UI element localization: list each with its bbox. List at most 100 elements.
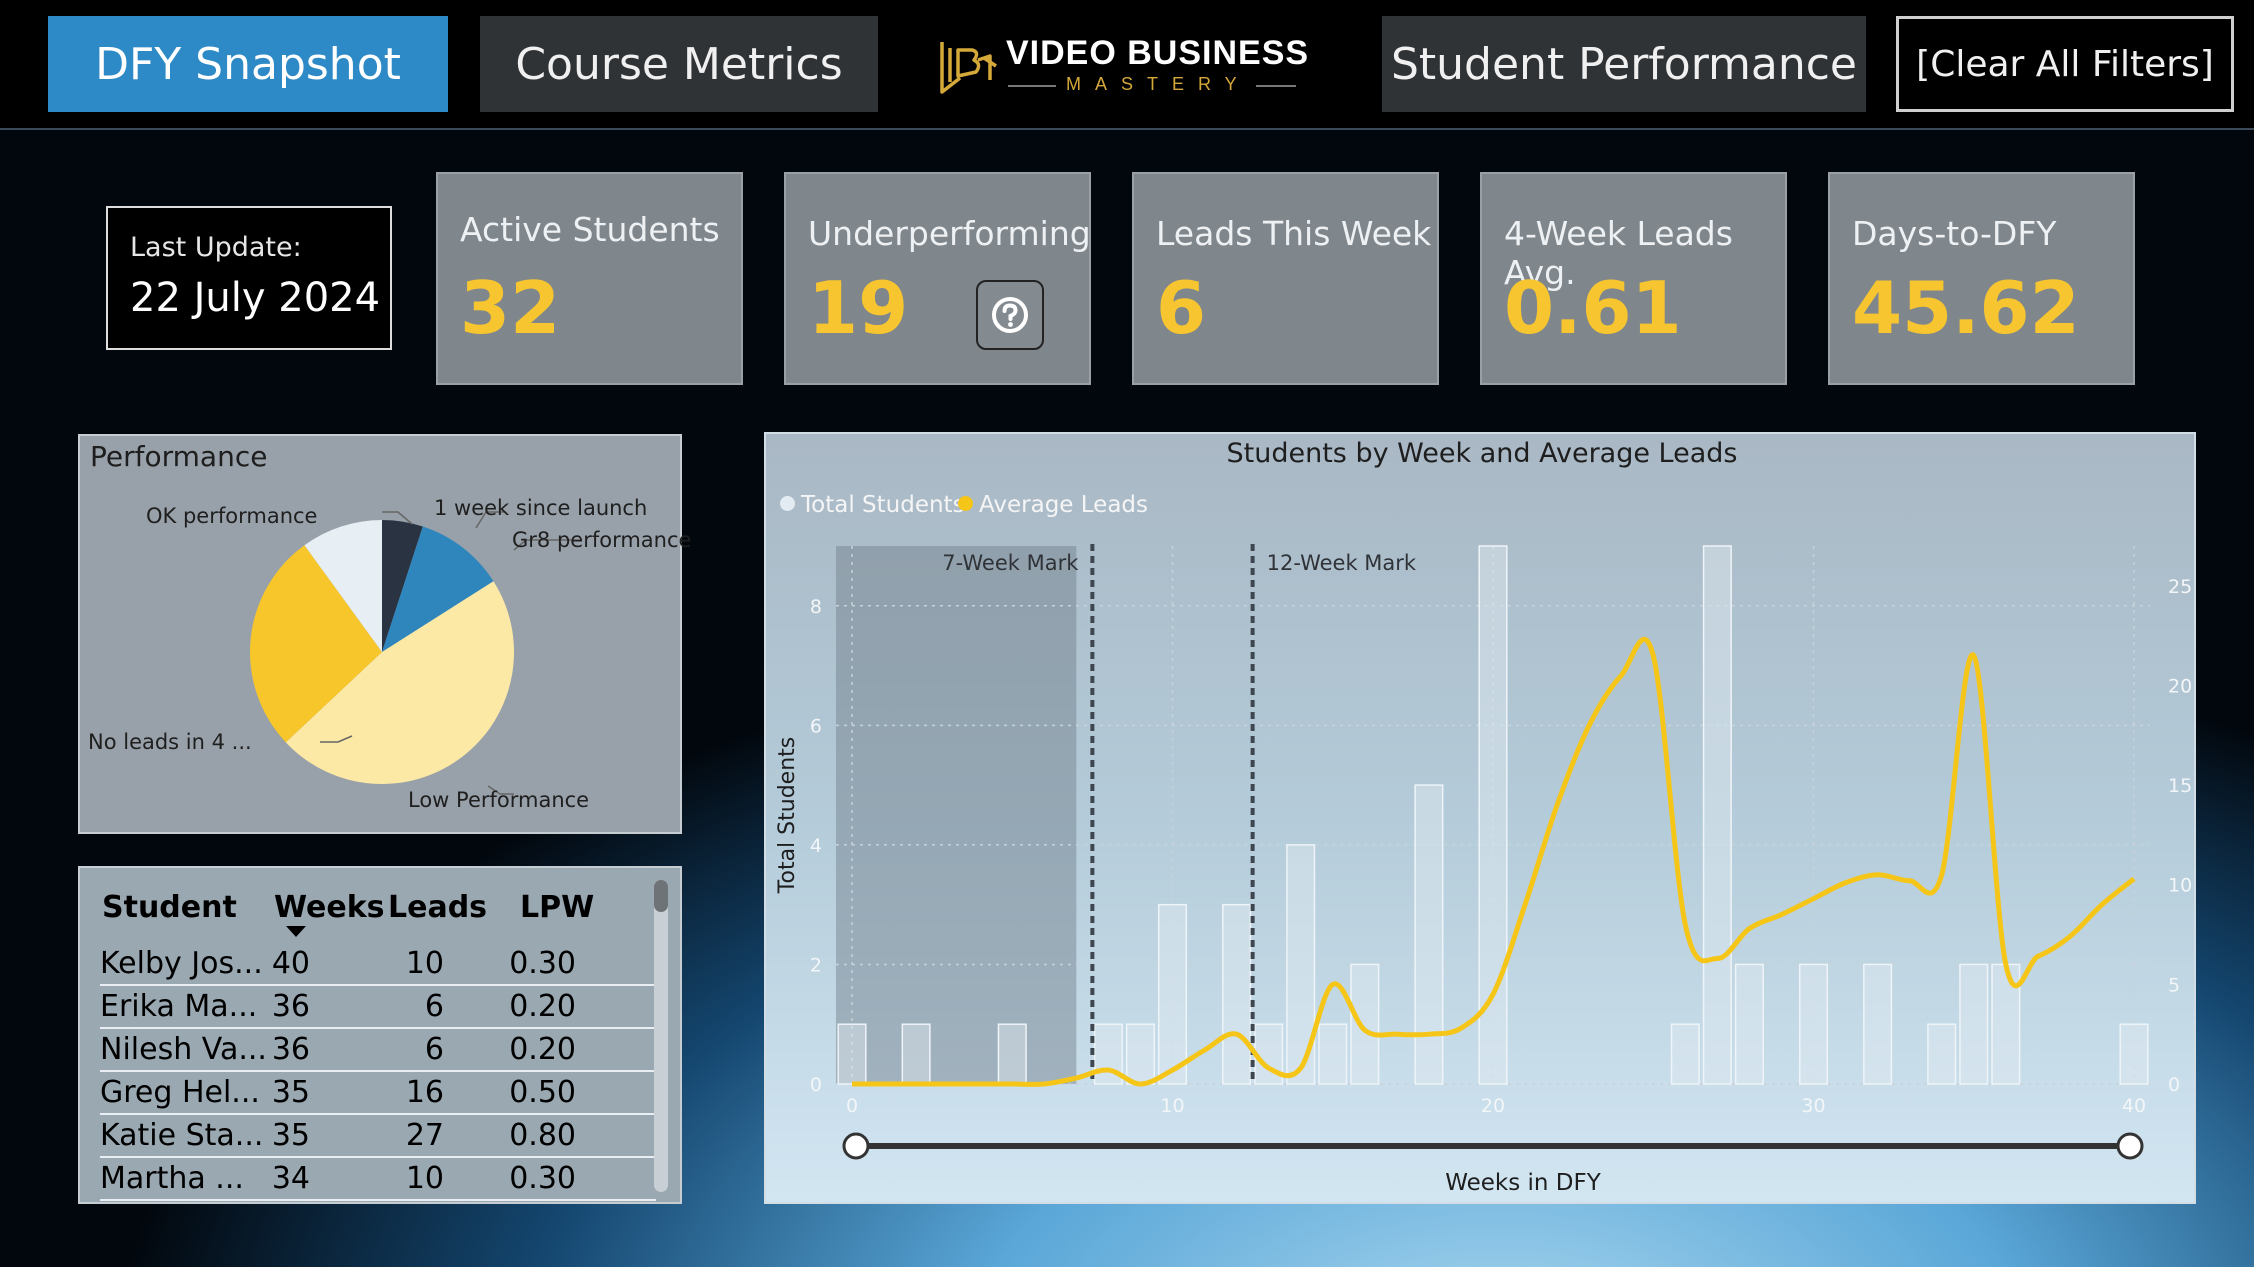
underperforming-help-button[interactable] xyxy=(976,280,1044,350)
bar-total-students[interactable] xyxy=(837,1023,867,1085)
bar-total-students[interactable] xyxy=(1157,903,1188,1085)
bar-total-students[interactable] xyxy=(1959,963,1989,1085)
cell-lpw: 0.30 xyxy=(509,946,576,981)
y-tick-label: 4 xyxy=(810,835,822,857)
y2-tick-label: 10 xyxy=(2168,875,2192,897)
y-axis-label: Total Students xyxy=(775,737,800,894)
bar-total-students[interactable] xyxy=(1478,545,1508,1085)
y2-tick-label: 5 xyxy=(2168,974,2180,996)
column-header-lpw[interactable]: LPW xyxy=(520,890,594,925)
y-tick-label: 6 xyxy=(810,715,822,737)
annotation-label: 7-Week Mark xyxy=(942,551,1079,575)
table-row[interactable]: Nilesh Va... 36 6 0.20 xyxy=(100,1028,656,1072)
cell-lpw: 0.30 xyxy=(509,1161,576,1196)
y-tick-label: 0 xyxy=(810,1074,822,1096)
x-tick-label: 40 xyxy=(2122,1095,2146,1117)
x-axis-label: Weeks in DFY xyxy=(1445,1170,1602,1196)
bar-total-students[interactable] xyxy=(1702,545,1732,1085)
y-tick-label: 2 xyxy=(810,954,822,976)
column-header-leads[interactable]: Leads xyxy=(388,890,487,925)
bar-total-students[interactable] xyxy=(1414,784,1444,1085)
table-scrollbar[interactable] xyxy=(654,880,668,1192)
last-update-label: Last Update: xyxy=(130,232,302,263)
cell-weeks: 36 xyxy=(271,989,310,1024)
logo-title: VIDEO BUSINESS xyxy=(1006,34,1310,72)
cell-student: Erika Ma... xyxy=(100,989,258,1024)
column-header-weeks[interactable]: Weeks xyxy=(274,890,385,925)
logo-divider-right xyxy=(1256,85,1296,87)
cell-student: Nilesh Va... xyxy=(100,1032,267,1067)
bar-total-students[interactable] xyxy=(1734,963,1764,1085)
table-row[interactable]: Greg Hel... 35 16 0.50 xyxy=(100,1071,656,1115)
cell-student: Kelby Jos... xyxy=(100,946,263,981)
kpi-underperforming: Underperforming 19 xyxy=(784,172,1091,385)
table-row[interactable]: Kelby Jos... 40 10 0.30 xyxy=(100,942,656,986)
column-header-student[interactable]: Student xyxy=(102,890,237,925)
pie-label-no-leads: No leads in 4 ... xyxy=(88,730,252,754)
cell-leads: 27 xyxy=(405,1118,444,1153)
last-update-card: Last Update: 22 July 2024 xyxy=(106,206,392,350)
bar-total-students[interactable] xyxy=(1927,1023,1957,1085)
table-row[interactable]: Martha ... 34 10 0.30 xyxy=(100,1157,656,1201)
bar-total-students[interactable] xyxy=(1222,903,1252,1085)
brand-logo: VIDEO BUSINESS MASTERY xyxy=(938,26,1318,106)
early-weeks-shade xyxy=(835,546,1077,1084)
combo-chart-svg: 7-Week Mark 12-Week Mark 0 2 4 6 8 0 5 10 15 20 25 0 1… xyxy=(775,544,2192,1196)
bar-total-students[interactable] xyxy=(997,1023,1027,1085)
nav-student-performance-button[interactable]: Student Performance xyxy=(1382,16,1866,112)
bar-total-students[interactable] xyxy=(1863,963,1893,1085)
cell-weeks: 35 xyxy=(271,1118,310,1153)
kpi-label: Days-to-DFY xyxy=(1852,214,2057,253)
logo-subtitle: MASTERY xyxy=(1066,74,1251,94)
students-by-week-chart-panel: Students by Week and Average Leads Total… xyxy=(764,432,2196,1204)
y2-tick-label: 25 xyxy=(2168,576,2192,598)
kpi-value: 32 xyxy=(460,266,561,350)
bar-total-students[interactable] xyxy=(1125,1023,1155,1085)
y2-tick-label: 20 xyxy=(2168,675,2192,697)
clear-all-filters-button[interactable]: [Clear All Filters] xyxy=(1896,16,2234,112)
x-tick-label: 20 xyxy=(1481,1095,1505,1117)
kpi-active-students: Active Students 32 xyxy=(436,172,743,385)
cell-leads: 16 xyxy=(405,1075,444,1110)
bar-total-students[interactable] xyxy=(1798,963,1829,1085)
cell-student: Greg Hel... xyxy=(100,1075,260,1110)
cell-student: Martha ... xyxy=(100,1161,244,1196)
week-range-slider-end-handle[interactable] xyxy=(2116,1132,2144,1160)
y-tick-label: 8 xyxy=(810,596,822,618)
table-row[interactable]: Katie Sta... 35 27 0.80 xyxy=(100,1114,656,1158)
kpi-4-week-leads-avg: 4-Week Leads Avg. 0.61 xyxy=(1480,172,1787,385)
pie-label-low-performance: Low Performance xyxy=(408,788,590,812)
cell-weeks: 36 xyxy=(271,1032,310,1067)
logo-divider-left xyxy=(1008,85,1056,87)
bar-total-students[interactable] xyxy=(1318,1023,1348,1085)
x-tick-label: 0 xyxy=(846,1095,858,1117)
bar-total-students[interactable] xyxy=(901,1023,931,1085)
nav-course-metrics-button[interactable]: Course Metrics xyxy=(480,16,878,112)
annotation-label: 12-Week Mark xyxy=(1267,551,1417,575)
x-tick-label: 30 xyxy=(1801,1095,1825,1117)
vbm-logo-icon xyxy=(940,42,997,94)
kpi-days-to-dfy: Days-to-DFY 45.62 xyxy=(1828,172,2135,385)
table-row[interactable]: Erika Ma... 36 6 0.20 xyxy=(100,985,656,1029)
question-mark-icon xyxy=(992,297,1028,333)
bar-total-students[interactable] xyxy=(1350,963,1380,1085)
performance-pie-panel: Performance 1 week since launch Gr8 perf… xyxy=(78,434,691,834)
y2-tick-label: 15 xyxy=(2168,775,2192,797)
sort-descending-icon xyxy=(286,926,306,937)
kpi-label: Underperforming xyxy=(808,214,1091,253)
bar-total-students[interactable] xyxy=(1991,963,2021,1085)
week-range-slider-start-handle[interactable] xyxy=(842,1132,870,1160)
bar-total-students[interactable] xyxy=(2119,1023,2149,1085)
cell-leads: 6 xyxy=(424,989,444,1024)
cell-student: Katie Sta... xyxy=(100,1118,264,1153)
bar-total-students[interactable] xyxy=(1670,1023,1700,1085)
nav-dfy-snapshot-button[interactable]: DFY Snapshot xyxy=(48,16,448,112)
cell-leads: 10 xyxy=(405,1161,444,1196)
cell-lpw: 0.20 xyxy=(509,1032,576,1067)
cell-leads: 10 xyxy=(405,946,444,981)
x-tick-label: 10 xyxy=(1160,1095,1184,1117)
cell-weeks: 40 xyxy=(271,946,310,981)
y2-tick-label: 0 xyxy=(2168,1074,2180,1096)
scrollbar-thumb[interactable] xyxy=(654,880,668,912)
pie-label-ok-performance: OK performance xyxy=(146,504,318,528)
